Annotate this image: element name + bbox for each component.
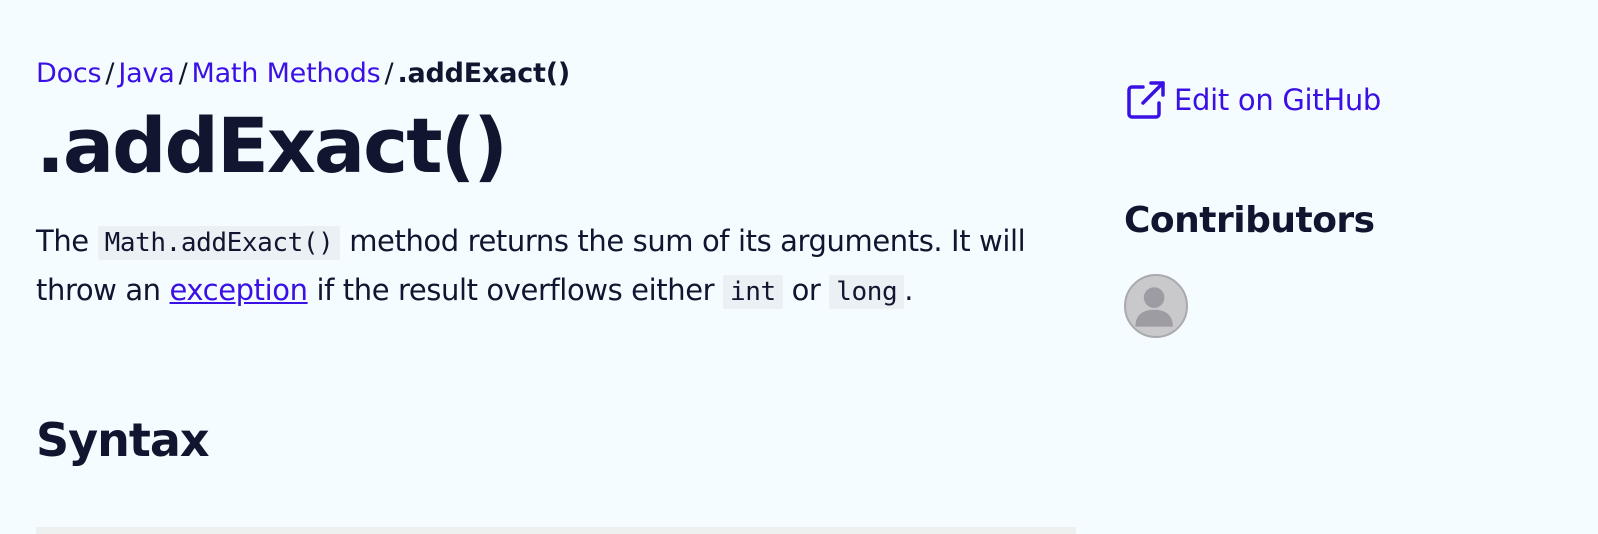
breadcrumb-separator: / <box>178 58 188 89</box>
edit-on-github-link[interactable]: Edit on GitHub <box>1124 78 1564 122</box>
breadcrumb-current: .addExact() <box>397 58 571 89</box>
breadcrumb: Docs / Java / Math Methods / .addExact() <box>36 58 1076 90</box>
intro-text: The <box>36 224 98 258</box>
intro-text: . <box>904 273 914 307</box>
page: Docs / Java / Math Methods / .addExact() .addE… <box>0 0 1598 534</box>
syntax-code-block <box>36 527 1076 534</box>
page-title: .addExact() <box>36 101 508 190</box>
contributor-avatar[interactable] <box>1124 274 1188 338</box>
intro-paragraph: The Math.addExact() method returns the s… <box>36 218 1056 316</box>
breadcrumb-math-methods[interactable]: Math Methods <box>191 58 380 89</box>
sidebar: Edit on GitHub Contributors <box>1124 78 1564 338</box>
default-avatar-icon <box>1135 287 1173 327</box>
exception-link[interactable]: exception <box>170 273 309 307</box>
breadcrumb-separator: / <box>105 58 115 89</box>
inline-code-int: int <box>722 275 783 309</box>
breadcrumb-separator: / <box>384 58 394 89</box>
contributors-heading: Contributors <box>1124 200 1375 241</box>
inline-code-long: long <box>829 275 905 309</box>
edit-on-github-label: Edit on GitHub <box>1174 83 1382 117</box>
main-content: Docs / Java / Math Methods / .addExact() .addE… <box>36 58 1076 466</box>
breadcrumb-java[interactable]: Java <box>118 58 174 89</box>
syntax-heading: Syntax <box>36 413 210 467</box>
breadcrumb-docs[interactable]: Docs <box>36 58 102 89</box>
external-link-icon <box>1124 78 1168 122</box>
intro-text: or <box>782 273 830 307</box>
intro-text: if the result overflows either <box>307 273 723 307</box>
inline-code-math-addexact: Math.addExact() <box>97 226 341 260</box>
